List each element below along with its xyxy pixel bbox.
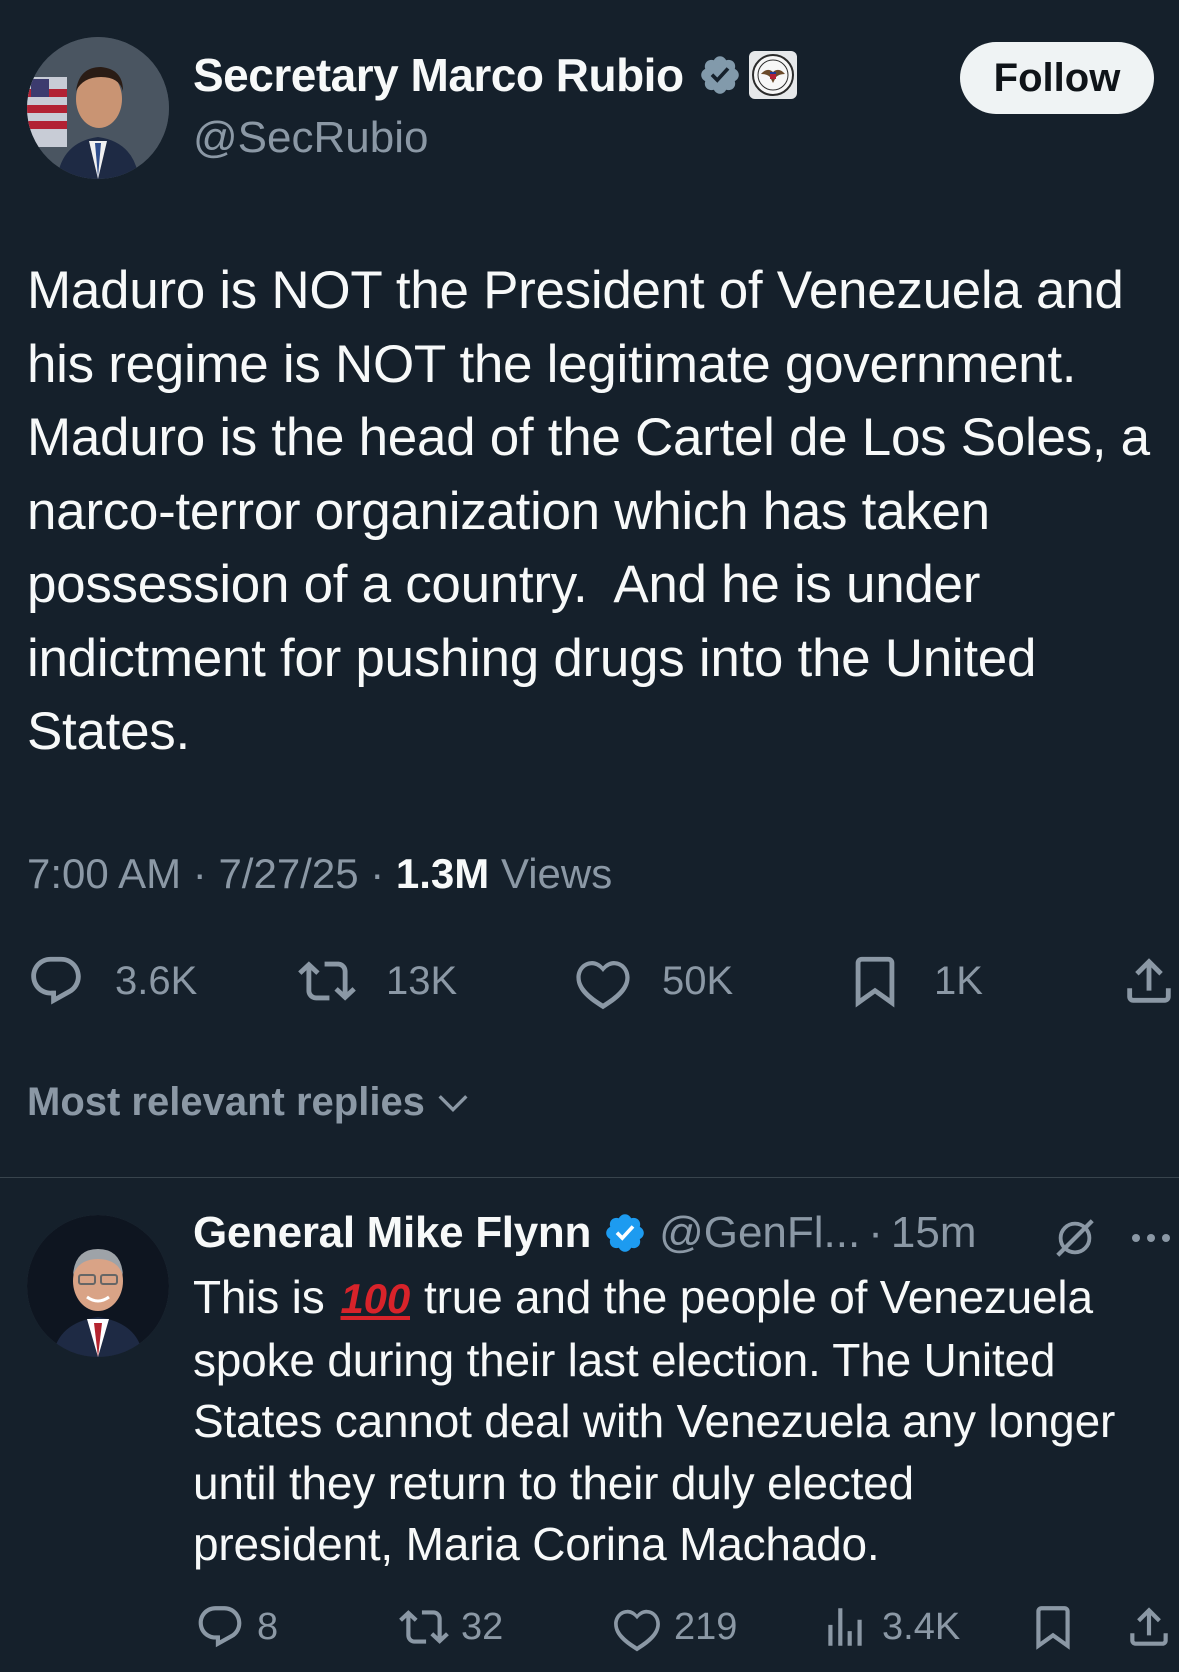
bookmark-icon [855,956,895,1008]
reply-views-count: 3.4K [882,1605,961,1648]
reply-repost-button[interactable]: 32 [399,1597,503,1657]
verified-blue-icon[interactable] [603,1211,647,1255]
reply-text-rest: true and the people of Venezuela spoke d… [193,1271,1116,1570]
hundred-points-emoji: 100 [340,1275,411,1322]
reply-text-start: This is [193,1271,325,1323]
replies-sort-label: Most relevant replies [27,1080,425,1124]
reply-icon [31,956,81,1005]
state-department-seal-icon [748,51,797,99]
replies-sort-dropdown[interactable]: Most relevant replies [27,1080,473,1125]
grok-icon[interactable] [1052,1215,1098,1261]
reply-reply-button[interactable]: 8 [195,1597,278,1657]
repost-icon [298,961,356,1001]
tweet-time[interactable]: 7:00 AM [27,850,181,897]
author-avatar-image [27,37,169,179]
reply-header: General Mike Flynn @GenFl... · 15m [193,1208,976,1258]
author-name[interactable]: Secretary Marco Rubio [193,48,684,102]
reply-bookmark-button[interactable] [1028,1597,1078,1657]
share-button[interactable] [1120,946,1178,1016]
more-icon[interactable] [1128,1225,1174,1251]
meta-separator: · [192,850,219,897]
reply-button[interactable]: 3.6K [27,946,197,1016]
reply-reply-count: 8 [257,1605,279,1648]
repost-button[interactable]: 13K [298,946,457,1016]
tweet-date[interactable]: 7/27/25 [218,850,358,897]
views-count: 1.3M [395,850,490,897]
repost-icon [399,1610,449,1644]
bookmark-button[interactable]: 1K [846,946,983,1016]
share-icon [1130,1607,1168,1646]
reply-text: This is 100 true and the people of Venezue… [193,1267,1178,1576]
like-count: 50K [662,958,734,1003]
reply-avatar[interactable] [27,1215,169,1357]
like-button[interactable]: 50K [574,946,733,1016]
reply-share-button[interactable] [1124,1597,1174,1657]
like-icon [614,1609,660,1652]
author-avatar[interactable] [27,37,169,179]
reply-views-button[interactable]: 3.4K [820,1597,960,1657]
tweet-text: Maduro is NOT the President of Venezuela… [27,261,1150,761]
repost-count: 13K [386,958,458,1003]
views-icon [828,1608,862,1646]
author-handle[interactable]: @SecRubio [193,113,428,163]
follow-button[interactable]: Follow [960,42,1154,114]
reply-time[interactable]: 15m [891,1208,977,1258]
reply-author-name[interactable]: General Mike Flynn [193,1208,591,1258]
reply-separator: · [868,1208,883,1257]
reply-author-handle[interactable]: @GenFl... [659,1208,860,1258]
views-label: Views [500,850,613,897]
tweet-meta: 7:00 AM · 7/27/25 · 1.3M Views [27,850,612,898]
author-name-row[interactable]: Secretary Marco Rubio [193,48,798,102]
bookmark-count: 1K [934,958,983,1003]
reply-like-button[interactable]: 219 [612,1597,737,1657]
meta-separator: · [370,850,396,897]
divider [0,1177,1179,1178]
reply-repost-count: 32 [461,1605,504,1648]
bookmark-icon [1036,1606,1070,1650]
reply-like-count: 219 [674,1605,738,1648]
like-icon [576,961,630,1010]
reply-avatar-image [27,1215,169,1357]
reply-icon [198,1606,242,1648]
reply-count: 3.6K [115,958,198,1003]
share-icon [1127,958,1171,1003]
verified-gray-icon[interactable] [698,53,742,97]
chevron-down-icon [438,1094,468,1112]
